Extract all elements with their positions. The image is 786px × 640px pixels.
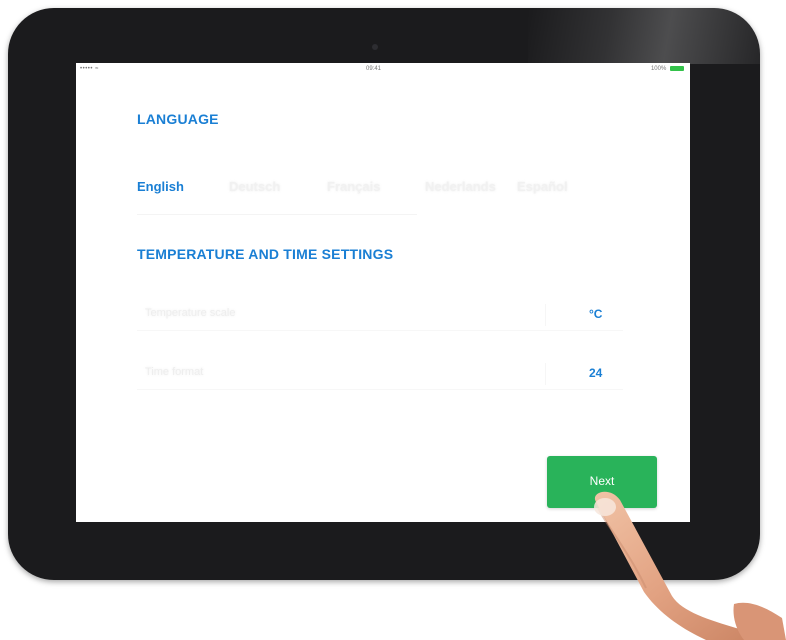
language-option-nederlands[interactable]: Nederlands <box>425 179 496 194</box>
temperature-scale-label: Temperature scale <box>145 307 236 319</box>
tablet-screen: ••••• ≈ 09:41 100% LANGUAGE English Deut… <box>76 63 690 522</box>
temperature-scale-row[interactable]: Temperature scale °C <box>137 300 623 331</box>
temperature-scale-value[interactable]: °C <box>589 307 602 321</box>
status-bar: ••••• ≈ 09:41 100% <box>76 63 690 77</box>
row-separator <box>545 363 546 385</box>
battery-status: 100% <box>651 66 684 72</box>
language-options: English Deutsch Français Nederlands Espa… <box>137 179 657 199</box>
row-divider <box>137 389 623 390</box>
temperature-time-heading: TEMPERATURE AND TIME SETTINGS <box>137 246 394 262</box>
section-divider <box>137 214 417 215</box>
language-option-deutsch[interactable]: Deutsch <box>229 179 280 194</box>
battery-icon <box>670 66 684 71</box>
language-option-francais[interactable]: Français <box>327 179 380 194</box>
language-option-espanol[interactable]: Español <box>517 179 568 194</box>
time-format-value[interactable]: 24 <box>589 366 602 380</box>
row-separator <box>545 304 546 326</box>
language-option-english[interactable]: English <box>137 179 184 194</box>
time-format-label: Time format <box>145 366 204 378</box>
row-divider <box>137 330 623 331</box>
signal-indicator: ••••• ≈ <box>80 66 99 72</box>
pointing-hand-icon <box>594 491 786 640</box>
language-heading: LANGUAGE <box>137 111 219 127</box>
bezel-glare <box>528 8 760 64</box>
status-time: 09:41 <box>366 66 382 72</box>
time-format-row[interactable]: Time format 24 <box>137 359 623 390</box>
front-camera <box>372 44 378 50</box>
battery-percent: 100% <box>650 66 667 73</box>
